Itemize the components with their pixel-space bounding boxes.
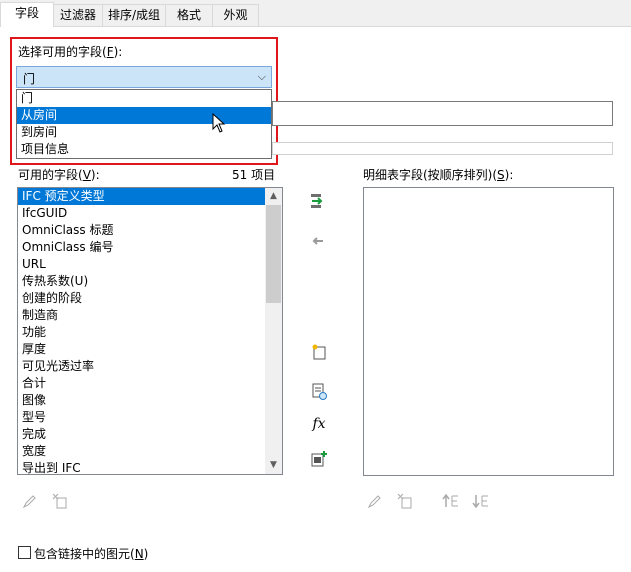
tab-filter[interactable]: 过滤器 (53, 4, 103, 26)
available-fields-scrollbar[interactable]: ▲ ▼ (265, 188, 282, 474)
list-item[interactable]: OmniClass 编号 (18, 239, 282, 256)
scroll-down-icon[interactable]: ▼ (265, 457, 282, 474)
combine-parameters-icon[interactable] (309, 382, 329, 402)
include-linked-label: 包含链接中的图元(N) (34, 547, 149, 561)
tab-fields[interactable]: 字段 (0, 2, 54, 27)
hidden-text-field[interactable] (272, 101, 613, 126)
available-fields-count: 51 项目 (232, 168, 276, 182)
list-item[interactable]: 合计 (18, 375, 282, 392)
add-to-schedule-icon[interactable] (309, 450, 329, 470)
list-item[interactable]: 功能 (18, 324, 282, 341)
dropdown-option-project-info[interactable]: 项目信息 (17, 141, 271, 158)
tab-appearance[interactable]: 外观 (212, 4, 259, 26)
scheduled-fields-list[interactable] (363, 187, 614, 476)
hidden-thin-field (272, 142, 613, 155)
available-fields-list[interactable]: IFC 预定义类型 IfcGUID OmniClass 标题 OmniClass… (17, 187, 283, 475)
delete-parameter-icon[interactable] (395, 493, 415, 513)
tab-strip: 字段 过滤器 排序/成组 格式 外观 (0, 0, 631, 27)
scheduled-fields-label: 明细表字段(按顺序排列)(S): (363, 168, 514, 182)
move-down-icon[interactable] (471, 493, 491, 513)
list-item[interactable]: 型号 (18, 409, 282, 426)
list-item[interactable]: 制造商 (18, 307, 282, 324)
mouse-cursor-icon (212, 112, 228, 133)
list-item[interactable]: IFC 预定义类型 (18, 188, 282, 205)
list-item[interactable]: 创建的阶段 (18, 290, 282, 307)
delete-parameter-icon[interactable] (50, 493, 70, 513)
tab-formatting[interactable]: 格式 (165, 4, 213, 26)
add-field-arrow-icon[interactable] (308, 192, 328, 212)
list-item[interactable]: 传热系数(U) (18, 273, 282, 290)
list-item[interactable]: OmniClass 标题 (18, 222, 282, 239)
dropdown-option-door[interactable]: 门 (17, 90, 271, 107)
remove-field-arrow-icon[interactable] (308, 232, 328, 252)
list-item[interactable]: 宽度 (18, 443, 282, 460)
include-linked-checkbox[interactable] (18, 546, 31, 559)
dropdown-option-to-room[interactable]: 到房间 (17, 124, 271, 141)
tab-sorting-grouping[interactable]: 排序/成组 (102, 4, 166, 26)
scroll-up-icon[interactable]: ▲ (265, 188, 282, 205)
pencil-icon[interactable] (20, 493, 40, 513)
pencil-icon[interactable] (365, 493, 385, 513)
list-item[interactable]: 可见光透过率 (18, 358, 282, 375)
fx-icon[interactable]: fx (309, 414, 329, 434)
list-item[interactable]: 导出到 IFC (18, 460, 282, 474)
scroll-thumb[interactable] (266, 205, 281, 303)
available-from-dropdown: 门 从房间 到房间 项目信息 (16, 89, 272, 159)
new-parameter-icon[interactable] (309, 343, 329, 363)
move-up-icon[interactable] (441, 493, 461, 513)
list-item[interactable]: IfcGUID (18, 205, 282, 222)
dropdown-option-from-room[interactable]: 从房间 (17, 107, 271, 124)
list-item[interactable]: 厚度 (18, 341, 282, 358)
list-item[interactable]: 完成 (18, 426, 282, 443)
list-item[interactable]: URL (18, 256, 282, 273)
list-item[interactable]: 图像 (18, 392, 282, 409)
available-fields-label: 可用的字段(V): (18, 168, 100, 182)
